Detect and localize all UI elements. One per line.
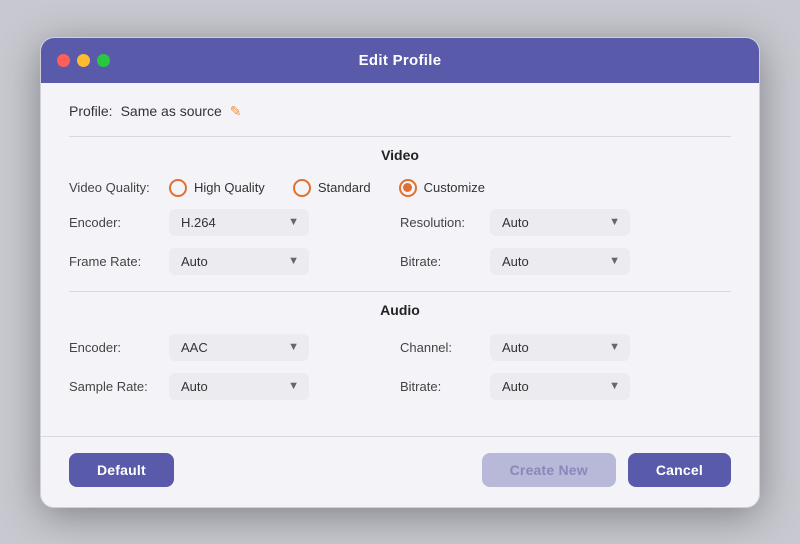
audio-encoder-select-wrapper: AAC MP3 AC3 ▼ <box>169 334 309 361</box>
frame-rate-select[interactable]: Auto 24 25 30 60 <box>169 248 309 275</box>
audio-encoder-label: Encoder: <box>69 340 169 355</box>
audio-encoder-channel-row: Encoder: AAC MP3 AC3 ▼ Channel: <box>69 334 731 361</box>
audio-bitrate-group: Bitrate: Auto 128k 192k 320k ▼ <box>400 373 731 400</box>
radio-circle-high <box>169 179 187 197</box>
profile-label: Profile: <box>69 103 113 119</box>
encoder-resolution-row: Encoder: H.264 H.265 MPEG-4 ▼ Resolution… <box>69 209 731 236</box>
video-section-title: Video <box>69 147 731 163</box>
sample-rate-group: Sample Rate: Auto 44100 48000 ▼ <box>69 373 400 400</box>
radio-standard[interactable]: Standard <box>293 179 371 197</box>
audio-bitrate-select-wrapper: Auto 128k 192k 320k ▼ <box>490 373 630 400</box>
video-bitrate-select[interactable]: Auto High Medium Low <box>490 248 630 275</box>
channel-select-wrapper: Auto Stereo Mono ▼ <box>490 334 630 361</box>
audio-bitrate-label: Bitrate: <box>400 379 490 394</box>
quality-options: High Quality Standard Customize <box>169 179 485 197</box>
resolution-select-wrapper: Auto 1920x1080 1280x720 ▼ <box>490 209 630 236</box>
frame-rate-select-wrapper: Auto 24 25 30 60 ▼ <box>169 248 309 275</box>
video-divider <box>69 136 731 137</box>
video-encoder-select-wrapper: H.264 H.265 MPEG-4 ▼ <box>169 209 309 236</box>
sample-rate-select-wrapper: Auto 44100 48000 ▼ <box>169 373 309 400</box>
radio-inner-customize <box>403 183 412 192</box>
video-section: Video Video Quality: High Quality Standa… <box>69 147 731 275</box>
samplerate-audiobitrate-row: Sample Rate: Auto 44100 48000 ▼ Bitrate: <box>69 373 731 400</box>
resolution-label: Resolution: <box>400 215 490 230</box>
frame-rate-label: Frame Rate: <box>69 254 169 269</box>
default-button[interactable]: Default <box>69 453 174 487</box>
video-bitrate-group: Bitrate: Auto High Medium Low ▼ <box>400 248 731 275</box>
edit-profile-dialog: Edit Profile Profile: Same as source ✎ V… <box>40 37 760 508</box>
minimize-traffic-light[interactable] <box>77 54 90 67</box>
create-new-button[interactable]: Create New <box>482 453 616 487</box>
right-buttons: Create New Cancel <box>482 453 731 487</box>
resolution-group: Resolution: Auto 1920x1080 1280x720 ▼ <box>400 209 731 236</box>
radio-label-high: High Quality <box>194 180 265 195</box>
radio-label-standard: Standard <box>318 180 371 195</box>
traffic-lights <box>57 54 110 67</box>
video-bitrate-select-wrapper: Auto High Medium Low ▼ <box>490 248 630 275</box>
audio-encoder-select[interactable]: AAC MP3 AC3 <box>169 334 309 361</box>
profile-row: Profile: Same as source ✎ <box>69 103 731 120</box>
radio-circle-customize <box>399 179 417 197</box>
sample-rate-label: Sample Rate: <box>69 379 169 394</box>
video-encoder-select[interactable]: H.264 H.265 MPEG-4 <box>169 209 309 236</box>
radio-label-customize: Customize <box>424 180 485 195</box>
cancel-button[interactable]: Cancel <box>628 453 731 487</box>
dialog-body: Profile: Same as source ✎ Video Video Qu… <box>41 83 759 436</box>
framerate-bitrate-row: Frame Rate: Auto 24 25 30 60 ▼ Bitrate: <box>69 248 731 275</box>
video-quality-label: Video Quality: <box>69 180 169 195</box>
framerate-group: Frame Rate: Auto 24 25 30 60 ▼ <box>69 248 400 275</box>
radio-high-quality[interactable]: High Quality <box>169 179 265 197</box>
channel-select[interactable]: Auto Stereo Mono <box>490 334 630 361</box>
radio-circle-standard <box>293 179 311 197</box>
video-bitrate-label: Bitrate: <box>400 254 490 269</box>
encoder-group: Encoder: H.264 H.265 MPEG-4 ▼ <box>69 209 400 236</box>
profile-value: Same as source <box>121 103 222 119</box>
maximize-traffic-light[interactable] <box>97 54 110 67</box>
audio-encoder-group: Encoder: AAC MP3 AC3 ▼ <box>69 334 400 361</box>
radio-customize[interactable]: Customize <box>399 179 485 197</box>
video-quality-row: Video Quality: High Quality Standard <box>69 179 731 197</box>
audio-bitrate-select[interactable]: Auto 128k 192k 320k <box>490 373 630 400</box>
audio-divider <box>69 291 731 292</box>
video-encoder-label: Encoder: <box>69 215 169 230</box>
title-bar: Edit Profile <box>41 38 759 83</box>
resolution-select[interactable]: Auto 1920x1080 1280x720 <box>490 209 630 236</box>
bottom-bar: Default Create New Cancel <box>41 436 759 507</box>
sample-rate-select[interactable]: Auto 44100 48000 <box>169 373 309 400</box>
channel-group: Channel: Auto Stereo Mono ▼ <box>400 334 731 361</box>
close-traffic-light[interactable] <box>57 54 70 67</box>
dialog-title: Edit Profile <box>359 52 442 69</box>
audio-section: Audio Encoder: AAC MP3 AC3 ▼ Channel <box>69 302 731 400</box>
edit-profile-icon[interactable]: ✎ <box>230 103 242 120</box>
audio-section-title: Audio <box>69 302 731 318</box>
channel-label: Channel: <box>400 340 490 355</box>
